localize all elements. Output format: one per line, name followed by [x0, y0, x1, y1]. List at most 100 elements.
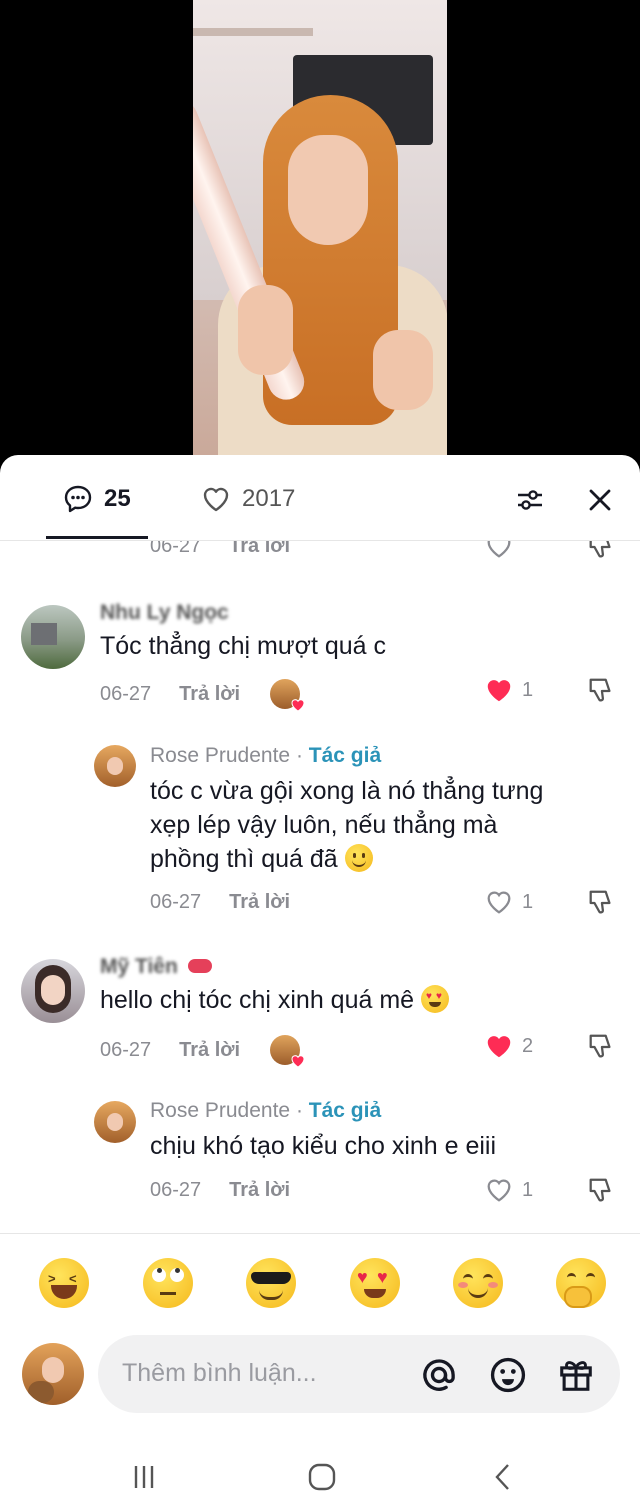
- comment-date: 06-27: [150, 891, 202, 913]
- heart-filled-icon: [291, 1055, 305, 1068]
- comment-sheet: 25 2017 06-27 Trả lời Nhu Ly Ngọc Tóc th…: [0, 455, 640, 1511]
- kiss-emoji: [187, 959, 212, 973]
- back-button[interactable]: [478, 1455, 528, 1499]
- author-badge: Tác giả: [308, 1099, 382, 1122]
- dislike-icon[interactable]: [586, 541, 616, 561]
- comment-text-line: xẹp lép vậy luôn, nếu thẳng mà: [150, 811, 498, 839]
- like-count: 2: [522, 1034, 534, 1057]
- avatar[interactable]: [94, 1101, 136, 1143]
- comment-input-placeholder: Thêm bình luận...: [122, 1359, 317, 1387]
- comment-username[interactable]: Rose Prudente · Tác giả: [150, 744, 381, 768]
- like-button[interactable]: 2: [484, 1031, 533, 1061]
- comment-meta: 06-27 Trả lời: [150, 541, 290, 558]
- comment-text: Tóc thẳng chị mượt quá c: [100, 632, 387, 660]
- comment-icon: [64, 485, 92, 513]
- like-count: 2017: [242, 485, 296, 512]
- avatar[interactable]: [94, 745, 136, 787]
- heart-eyes-emoji: ♥ ♥: [421, 985, 450, 1013]
- active-tab-indicator: [46, 536, 148, 539]
- sunglasses-emoji[interactable]: [246, 1258, 296, 1308]
- tab-comments[interactable]: 25: [62, 479, 131, 519]
- avatar-face: [41, 975, 65, 1005]
- separator: ·: [295, 1099, 303, 1122]
- reply-button[interactable]: Trả lời: [229, 1179, 290, 1202]
- heart-outline-icon: [487, 1179, 511, 1202]
- video-player[interactable]: [0, 0, 640, 470]
- close-icon: [589, 489, 611, 511]
- username-text: Mỹ Tiên: [100, 955, 178, 978]
- comment-count: 25: [104, 485, 131, 512]
- reply-button[interactable]: Trả lời: [229, 891, 290, 914]
- comment-input-row: Thêm bình luận...: [0, 1330, 640, 1430]
- dislike-icon[interactable]: [586, 887, 616, 917]
- avatar-teddy: [28, 1381, 54, 1403]
- comment-meta: 06-27 Trả lời: [150, 891, 290, 914]
- eye-roll-emoji[interactable]: [143, 1258, 193, 1308]
- recent-apps-icon: [134, 1466, 154, 1488]
- video-shelf: [193, 28, 313, 36]
- reply-button[interactable]: Trả lời: [179, 683, 240, 706]
- heart-filled-icon: [487, 1036, 511, 1058]
- emoji-quick-bar: > < ♥ ♥: [0, 1233, 640, 1330]
- heart-filled-icon: [291, 699, 305, 712]
- comment-text-line: phồng thì quá đã: [150, 845, 338, 873]
- dislike-icon[interactable]: [586, 1175, 616, 1205]
- avatar-house: [31, 623, 57, 645]
- system-nav-bar: [0, 1445, 640, 1511]
- heart-outline-icon: [203, 487, 229, 512]
- comment-list[interactable]: 06-27 Trả lời Nhu Ly Ngọc Tóc thẳng chị …: [0, 541, 640, 1231]
- my-avatar[interactable]: [22, 1343, 84, 1405]
- tab-likes[interactable]: 2017: [200, 479, 295, 519]
- comment-input[interactable]: Thêm bình luận...: [98, 1335, 620, 1413]
- comment-text-line-with-emoji: phồng thì quá đã: [150, 842, 543, 876]
- heart-outline-icon[interactable]: [484, 541, 514, 561]
- comment-text: chịu khó tạo kiểu cho xinh e eiii: [150, 1132, 497, 1160]
- like-button[interactable]: 1: [484, 675, 533, 705]
- separator: ·: [295, 744, 303, 767]
- emoji-button[interactable]: [487, 1354, 529, 1396]
- close-button[interactable]: [580, 480, 620, 520]
- reply-button[interactable]: Trả lời: [179, 1039, 240, 1062]
- blush-emoji[interactable]: [453, 1258, 503, 1308]
- home-button[interactable]: [297, 1455, 347, 1499]
- hand-over-mouth-emoji[interactable]: [556, 1258, 606, 1308]
- heart-eyes-emoji[interactable]: ♥ ♥: [350, 1258, 400, 1308]
- avatar[interactable]: [21, 605, 85, 669]
- heart-filled-icon: [487, 680, 511, 702]
- mention-button[interactable]: [418, 1354, 460, 1396]
- username-text: Rose Prudente: [150, 1099, 291, 1122]
- like-button[interactable]: 1: [484, 1175, 533, 1205]
- slight-smile-emoji: [344, 844, 373, 872]
- comment-username[interactable]: Nhu Ly Ngọc: [100, 601, 229, 625]
- comment-meta: 06-27 Trả lời: [100, 1035, 305, 1068]
- comment-date: 06-27: [150, 1179, 202, 1201]
- at-icon: [423, 1359, 455, 1391]
- comment-text: hello chị tóc chị xinh quá mê: [100, 986, 415, 1014]
- like-count: 1: [522, 1178, 534, 1201]
- recent-apps-button[interactable]: [119, 1455, 169, 1499]
- comment-username[interactable]: Rose Prudente · Tác giả: [150, 1099, 381, 1123]
- back-icon: [495, 1464, 509, 1490]
- gift-icon: [560, 1361, 592, 1391]
- avatar-face: [42, 1357, 64, 1383]
- comment-date: 06-27: [150, 541, 202, 557]
- sliders-icon: [518, 490, 542, 510]
- sheet-header: 25 2017: [0, 455, 640, 541]
- dislike-icon[interactable]: [586, 1031, 616, 1061]
- creator-liked-avatar: [270, 1035, 305, 1068]
- video-person-hand: [238, 285, 293, 375]
- filter-button[interactable]: [510, 480, 550, 520]
- comment-username[interactable]: Mỹ Tiên: [100, 955, 212, 979]
- dislike-icon[interactable]: [586, 675, 616, 705]
- comment-meta: 06-27 Trả lời: [100, 679, 305, 712]
- avatar[interactable]: [21, 959, 85, 1023]
- laughing-emoji[interactable]: > <: [39, 1258, 89, 1308]
- like-count: 1: [522, 890, 534, 913]
- gift-button[interactable]: [555, 1354, 597, 1396]
- video-frame[interactable]: [193, 0, 447, 455]
- comment-meta: 06-27 Trả lời: [150, 1179, 290, 1202]
- reply-button[interactable]: Trả lời: [229, 541, 290, 558]
- creator-liked-avatar: [270, 679, 305, 712]
- video-person-hand: [373, 330, 433, 410]
- like-button[interactable]: 1: [484, 887, 533, 917]
